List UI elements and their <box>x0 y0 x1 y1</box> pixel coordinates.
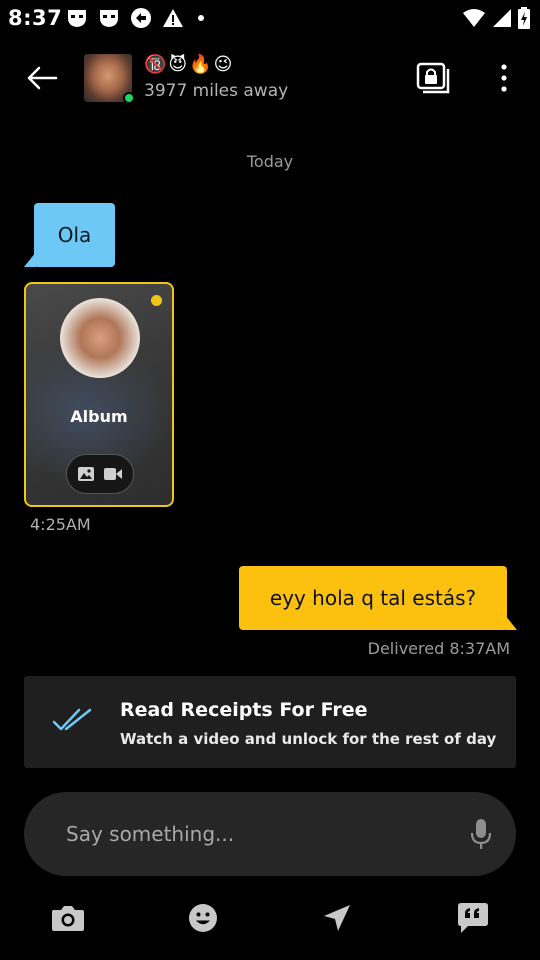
album-media-types <box>66 454 134 494</box>
promo-title: Read Receipts For Free <box>120 699 368 721</box>
locked-album-icon <box>416 62 450 94</box>
signal-icon <box>493 9 511 27</box>
camera-button[interactable] <box>48 900 88 936</box>
incoming-message[interactable]: Ola <box>34 203 115 267</box>
profile-display-name[interactable]: 🔞 😈 🔥 😉 <box>144 54 232 75</box>
voice-message-button[interactable] <box>464 816 498 852</box>
emoji-icon <box>189 904 217 932</box>
camera-icon <box>52 906 84 931</box>
double-check-icon <box>52 708 92 736</box>
display-name-emoji: 😉 <box>213 54 233 75</box>
display-name-emoji: 🔥 <box>189 54 212 75</box>
more-vertical-icon <box>501 64 507 92</box>
display-name-emoji: 😈 <box>168 54 188 75</box>
arrow-left-icon <box>27 66 58 90</box>
chat-toolbar <box>0 896 540 940</box>
promo-subtitle: Watch a video and unlock for the rest of… <box>120 730 497 748</box>
photo-icon <box>78 467 94 481</box>
mask-icon <box>68 10 86 27</box>
day-separator: Today <box>246 152 294 171</box>
notification-icons <box>66 7 204 29</box>
outgoing-bubble-tail <box>505 615 517 630</box>
incoming-timestamp: 4:25AM <box>30 515 91 534</box>
shared-album-card[interactable]: Album <box>24 282 174 507</box>
profile-distance: 3977 miles away <box>144 81 289 101</box>
read-receipts-promo[interactable]: Read Receipts For Free Watch a video and… <box>24 676 516 768</box>
location-arrow-icon <box>324 905 350 931</box>
display-name-emoji: 🔞 <box>144 54 167 75</box>
microphone-icon <box>470 819 492 849</box>
system-icons <box>462 7 530 29</box>
sync-icon <box>131 8 151 28</box>
video-icon <box>104 468 122 480</box>
warning-icon <box>163 9 183 27</box>
mask-icon <box>100 10 118 27</box>
message-composer <box>24 792 516 876</box>
chat-header: 🔞 😈 🔥 😉 3977 miles away <box>0 44 540 112</box>
delivery-status: Delivered 8:37AM <box>367 639 510 658</box>
album-new-indicator <box>151 295 162 306</box>
more-options-button[interactable] <box>490 60 518 96</box>
quote-bubble-icon <box>458 903 488 933</box>
more-notifications-dot <box>198 15 204 21</box>
back-button[interactable] <box>24 62 60 94</box>
emoji-button[interactable] <box>183 900 223 936</box>
saved-phrases-button[interactable] <box>453 900 493 936</box>
share-album-button[interactable] <box>414 60 452 96</box>
send-location-button[interactable] <box>317 900 357 936</box>
status-bar: 8:37 <box>0 0 540 36</box>
wifi-icon <box>463 9 485 27</box>
message-input[interactable] <box>66 816 446 852</box>
status-time: 8:37 <box>8 6 63 30</box>
battery-icon <box>518 7 530 29</box>
outgoing-message[interactable]: eyy hola q tal estás? <box>239 566 507 630</box>
online-indicator <box>123 92 135 104</box>
album-cover-photo <box>60 298 140 378</box>
album-title: Album <box>70 407 128 426</box>
